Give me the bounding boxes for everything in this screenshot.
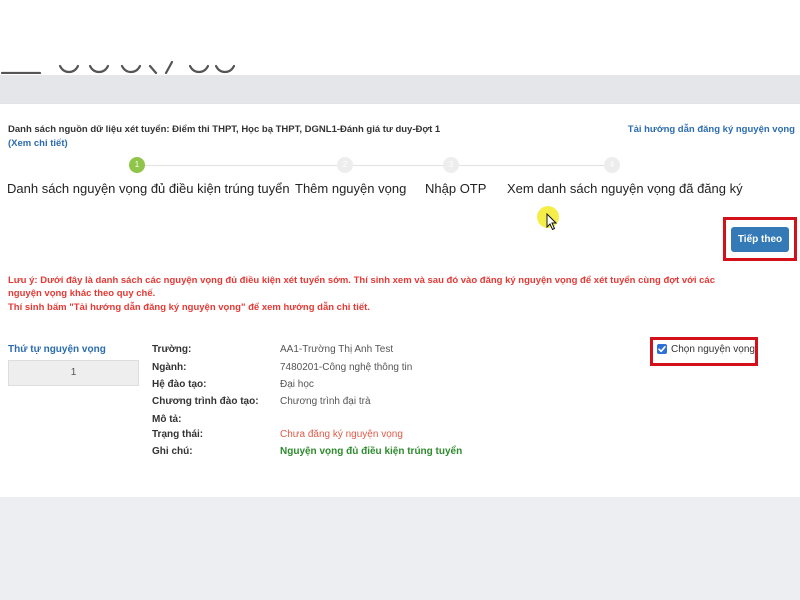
view-details-link[interactable]: (Xem chi tiết) — [8, 138, 68, 149]
step-3-dot: 3 — [443, 157, 459, 173]
notice-line-2: nguyện vọng khác theo quy chế. — [8, 288, 156, 299]
status-label: Trạng thái: — [152, 429, 204, 440]
bottom-band — [0, 497, 800, 600]
description-label: Mô tả: — [152, 414, 182, 425]
step-4-dot: 4 — [604, 157, 620, 173]
level-value: Đại học — [280, 379, 314, 390]
choose-checkbox[interactable] — [657, 344, 667, 354]
school-label: Trường: — [152, 344, 192, 355]
order-input[interactable]: 1 — [8, 360, 139, 386]
cropped-heading-fragment — [0, 44, 260, 74]
level-label: Hệ đào tạo: — [152, 379, 207, 390]
step-1-label: Danh sách nguyện vọng đủ điều kiện trúng… — [7, 181, 290, 196]
gray-band — [0, 75, 800, 103]
stepper-line — [145, 165, 605, 166]
notice-line-1: Lưu ý: Dưới đây là danh sách các nguyện … — [8, 275, 715, 286]
note-label: Ghi chú: — [152, 446, 193, 457]
step-2-dot: 2 — [337, 157, 353, 173]
download-guide-link[interactable]: Tải hướng dẫn đăng ký nguyện vọng — [628, 124, 795, 135]
next-button[interactable]: Tiếp theo — [731, 227, 789, 252]
major-value: 7480201-Công nghệ thông tin — [280, 362, 413, 373]
step-3-label: Nhập OTP — [425, 181, 487, 196]
program-value: Chương trình đại trà — [280, 396, 371, 407]
notice-line-3: Thí sinh bấm "Tải hướng dẫn đăng ký nguy… — [8, 302, 370, 313]
note-value: Nguyện vọng đủ điều kiện trúng tuyển — [280, 446, 463, 457]
order-label: Thứ tự nguyện vọng — [8, 344, 106, 355]
major-label: Ngành: — [152, 362, 187, 373]
status-value: Chưa đăng ký nguyện vọng — [280, 429, 403, 440]
step-1-dot: 1 — [129, 157, 145, 173]
data-source-text: Danh sách nguồn dữ liệu xét tuyển: Điểm … — [8, 124, 441, 135]
step-4-label: Xem danh sách nguyện vọng đã đăng ký — [507, 181, 743, 196]
program-label: Chương trình đào tạo: — [152, 396, 259, 407]
step-2-label: Thêm nguyện vọng — [295, 181, 407, 196]
checkmark-icon — [658, 346, 666, 353]
school-value: AA1-Trường Thị Anh Test — [280, 344, 394, 355]
choose-label[interactable]: Chọn nguyện vọng — [671, 344, 755, 355]
mouse-cursor-icon — [546, 213, 558, 231]
